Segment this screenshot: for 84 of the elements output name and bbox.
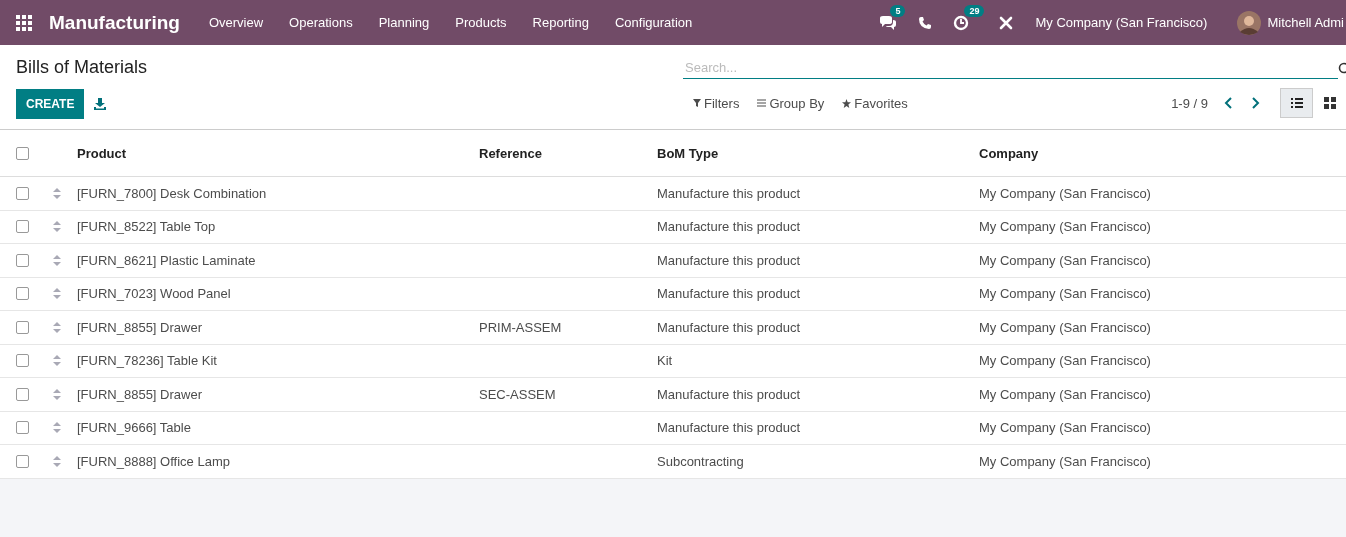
menu-item[interactable]: Overview bbox=[195, 15, 277, 30]
filter-menu-button[interactable]: Group By bbox=[757, 95, 825, 111]
menu-item[interactable]: Configuration bbox=[601, 15, 706, 30]
pager-text[interactable]: 1-9 / 9 bbox=[1171, 95, 1208, 111]
table-cell: [FURN_7023] Wood Panel bbox=[77, 286, 231, 302]
menu-item[interactable]: Planning bbox=[365, 15, 443, 30]
table-cell: [FURN_8855] Drawer bbox=[77, 386, 202, 402]
drag-handle-icon[interactable] bbox=[52, 288, 61, 300]
menu-item[interactable]: Operations bbox=[276, 15, 366, 30]
table-cell: Manufacture this product bbox=[657, 219, 801, 235]
table-cell: My Company (San Francisco) bbox=[979, 319, 1151, 335]
download-icon[interactable] bbox=[94, 98, 107, 110]
filter-menu-button[interactable]: Favorites bbox=[842, 95, 908, 111]
drag-handle-icon[interactable] bbox=[52, 422, 61, 434]
row-checkbox[interactable] bbox=[16, 387, 29, 401]
table-cell: Subcontracting bbox=[657, 453, 744, 469]
column-header[interactable]: Company bbox=[970, 145, 1346, 161]
list-icon bbox=[1290, 98, 1303, 108]
menu-item[interactable]: Reporting bbox=[519, 15, 602, 30]
table-cell: My Company (San Francisco) bbox=[979, 453, 1151, 469]
funnel-icon bbox=[693, 99, 701, 107]
filter-menu-button[interactable]: Filters bbox=[693, 95, 740, 111]
row-checkbox[interactable] bbox=[16, 354, 29, 368]
table-cell: Manufacture this product bbox=[657, 319, 801, 335]
next-page-icon[interactable] bbox=[1252, 97, 1260, 109]
select-all-checkbox[interactable] bbox=[16, 146, 29, 160]
chat-icon[interactable] bbox=[879, 14, 898, 31]
table-cell: [FURN_8522] Table Top bbox=[77, 219, 216, 235]
list-view-button[interactable] bbox=[1280, 88, 1313, 118]
table-cell: PRIM-ASSEM bbox=[479, 319, 562, 335]
table-cell: Manufacture this product bbox=[657, 286, 801, 302]
company-switcher[interactable]: My Company (San Francisco) bbox=[1035, 15, 1208, 30]
table-cell: SEC-ASSEM bbox=[479, 386, 556, 402]
clock-icon[interactable] bbox=[953, 14, 970, 31]
table-cell: [FURN_78236] Table Kit bbox=[77, 353, 217, 369]
row-checkbox[interactable] bbox=[16, 454, 29, 468]
activity-count-badge: 29 bbox=[964, 4, 985, 17]
table-cell: Manufacture this product bbox=[657, 252, 801, 268]
drag-handle-icon[interactable] bbox=[52, 254, 61, 266]
column-header[interactable]: BoM Type bbox=[648, 145, 970, 161]
previous-page-icon[interactable] bbox=[1224, 97, 1232, 109]
lines-icon bbox=[757, 99, 767, 107]
table-cell: My Company (San Francisco) bbox=[979, 286, 1151, 302]
star-icon bbox=[842, 98, 852, 108]
row-checkbox[interactable] bbox=[16, 186, 29, 200]
column-header[interactable]: Reference bbox=[470, 145, 648, 161]
table-cell: Manufacture this product bbox=[657, 386, 801, 402]
avatar-icon[interactable] bbox=[1237, 10, 1262, 35]
table-cell: My Company (San Francisco) bbox=[979, 219, 1151, 235]
table-cell: [FURN_8855] Drawer bbox=[77, 319, 202, 335]
drag-handle-icon[interactable] bbox=[52, 187, 61, 199]
user-menu[interactable]: Mitchell Admi bbox=[1267, 15, 1344, 30]
drag-handle-icon[interactable] bbox=[52, 388, 61, 400]
table-cell: [FURN_7800] Desk Combination bbox=[77, 185, 267, 201]
app-name[interactable]: Manufacturing bbox=[49, 11, 180, 34]
table-cell: Manufacture this product bbox=[657, 420, 801, 436]
table-cell: My Company (San Francisco) bbox=[979, 420, 1151, 436]
menu-item[interactable]: Products bbox=[442, 15, 520, 30]
table-cell: My Company (San Francisco) bbox=[979, 252, 1151, 268]
row-checkbox[interactable] bbox=[16, 421, 29, 435]
row-checkbox[interactable] bbox=[16, 220, 29, 234]
table-cell: My Company (San Francisco) bbox=[979, 353, 1151, 369]
table-cell: Manufacture this product bbox=[657, 185, 801, 201]
drag-handle-icon[interactable] bbox=[52, 221, 61, 233]
row-checkbox[interactable] bbox=[16, 320, 29, 334]
table-cell: [FURN_8888] Office Lamp bbox=[77, 453, 230, 469]
row-checkbox[interactable] bbox=[16, 253, 29, 267]
drag-handle-icon[interactable] bbox=[52, 455, 61, 467]
search-field[interactable]: Search... bbox=[683, 56, 1338, 79]
table-cell: My Company (San Francisco) bbox=[979, 185, 1151, 201]
page-title: Bills of Materials bbox=[16, 57, 148, 78]
grid-icon bbox=[1323, 97, 1336, 109]
table-cell: Kit bbox=[657, 353, 673, 369]
drag-handle-icon[interactable] bbox=[52, 321, 61, 333]
drag-handle-icon[interactable] bbox=[52, 355, 61, 367]
table-cell: My Company (San Francisco) bbox=[979, 386, 1151, 402]
phone-icon[interactable] bbox=[919, 16, 932, 29]
message-count-badge: 5 bbox=[890, 4, 906, 17]
create-button[interactable]: CREATE bbox=[16, 89, 85, 119]
apps-grid-icon[interactable] bbox=[16, 14, 32, 31]
row-checkbox[interactable] bbox=[16, 287, 29, 301]
table-cell: [FURN_8621] Plastic Laminate bbox=[77, 252, 256, 268]
column-header[interactable]: Product bbox=[68, 145, 470, 161]
table-cell: [FURN_9666] Table bbox=[77, 420, 191, 436]
